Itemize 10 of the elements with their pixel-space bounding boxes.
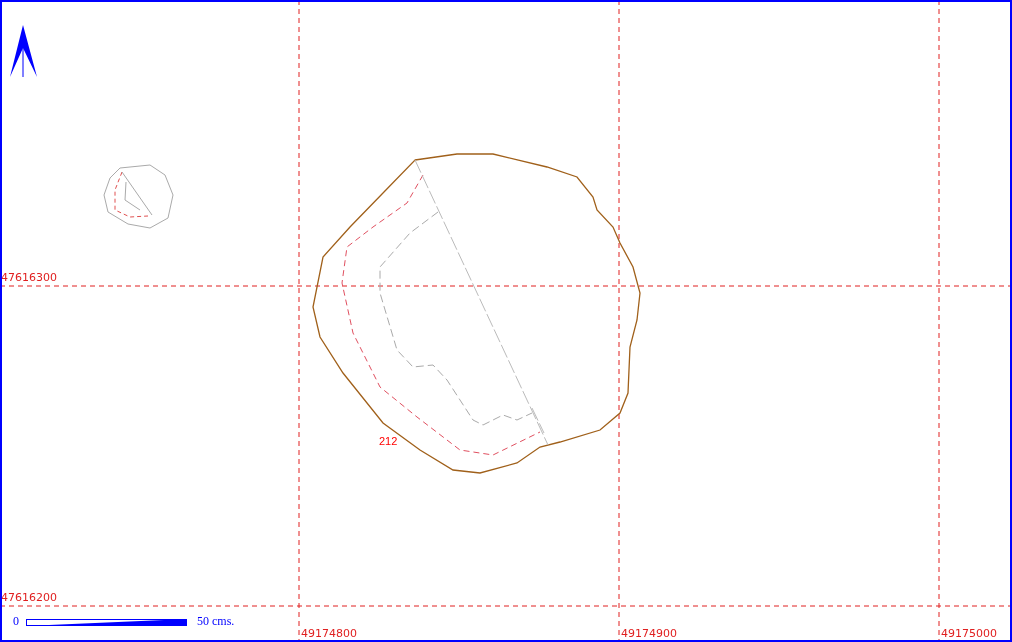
- grid-coordinate-label: 47616300: [2, 271, 57, 284]
- scale-end-label: 50 cms.: [197, 614, 235, 628]
- grid-coordinate-label: 49175000: [941, 627, 997, 640]
- grid-coordinate-label: 49174900: [621, 627, 677, 640]
- north-arrow-icon: [10, 25, 37, 78]
- small-parcel-drawing: [103, 164, 174, 229]
- grid-coordinate-label: 47616200: [2, 591, 57, 604]
- grid-coordinate-label: 49174800: [301, 627, 357, 640]
- scale-start-label: 0: [13, 614, 19, 628]
- parcel-number-label: 212: [379, 435, 398, 447]
